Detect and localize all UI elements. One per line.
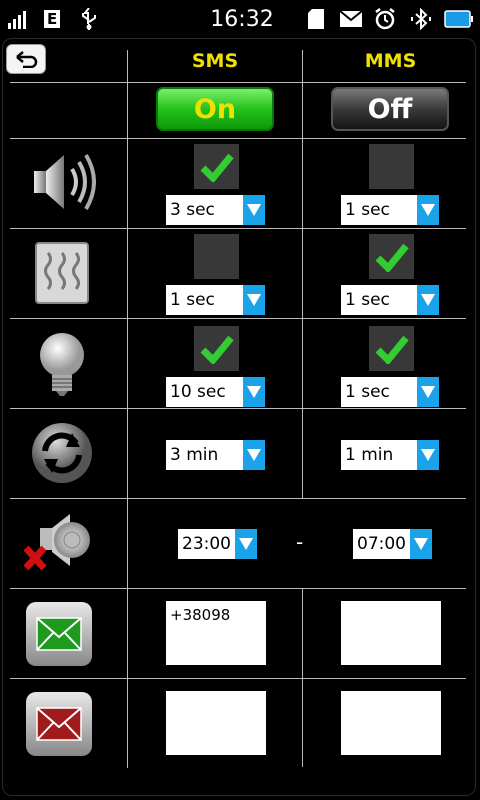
select-value: 3 min xyxy=(170,445,219,465)
grid-line xyxy=(10,138,466,139)
select-value: 23:00 xyxy=(182,534,231,554)
mms-toggle-button[interactable]: Off xyxy=(331,87,449,131)
sms-vibration-duration-select[interactable]: 1 sec xyxy=(166,285,265,315)
alarm-icon xyxy=(374,0,396,38)
mms-vibration-duration-select[interactable]: 1 sec xyxy=(341,285,439,315)
back-arrow-icon xyxy=(16,51,38,68)
chevron-down-icon xyxy=(417,195,439,225)
mms-repeat-interval-select[interactable]: 1 min xyxy=(341,440,439,470)
mms-blacklist-numbers-field[interactable] xyxy=(341,691,441,755)
sms-sound-checkbox[interactable] xyxy=(194,144,239,189)
speaker-icon xyxy=(28,144,98,220)
sms-toggle-button[interactable]: On xyxy=(156,87,274,131)
sms-repeat-interval-select[interactable]: 3 min xyxy=(166,440,265,470)
sd-card-icon xyxy=(308,0,324,38)
chevron-down-icon xyxy=(243,440,265,470)
sms-light-duration-select[interactable]: 10 sec xyxy=(166,377,265,407)
grid-line xyxy=(10,228,466,229)
select-value: 1 sec xyxy=(345,290,390,310)
grid-line xyxy=(302,50,303,498)
sms-light-checkbox[interactable] xyxy=(194,326,239,371)
chevron-down-icon xyxy=(243,377,265,407)
vibration-icon xyxy=(32,240,92,306)
mms-sound-checkbox[interactable] xyxy=(369,144,414,189)
sms-whitelist-numbers-field[interactable]: +38098 xyxy=(166,601,266,665)
time-range-separator: - xyxy=(296,530,304,554)
status-bar: E 16:32 xyxy=(0,0,480,38)
checkmark-icon xyxy=(200,153,234,182)
select-value: 1 sec xyxy=(170,290,215,310)
chevron-down-icon xyxy=(417,440,439,470)
mms-vibration-checkbox[interactable] xyxy=(369,234,414,279)
envelope-icon xyxy=(340,0,362,38)
grid-line xyxy=(10,318,466,319)
battery-icon xyxy=(444,0,474,38)
select-value: 1 sec xyxy=(345,382,390,402)
select-value: 1 min xyxy=(345,445,394,465)
checkmark-icon xyxy=(375,243,409,272)
light-bulb-icon xyxy=(32,330,92,398)
silent-end-time-select[interactable]: 07:00 xyxy=(353,529,432,559)
select-value: 1 sec xyxy=(345,200,390,220)
grid-line xyxy=(10,498,466,499)
grid-line xyxy=(10,408,466,409)
sms-column-header: SMS xyxy=(191,50,239,72)
grid-line xyxy=(10,678,466,679)
sms-vibration-checkbox[interactable] xyxy=(194,234,239,279)
mute-speaker-icon xyxy=(22,510,94,576)
silent-start-time-select[interactable]: 23:00 xyxy=(178,529,257,559)
bluetooth-icon xyxy=(410,0,432,38)
mms-whitelist-numbers-field[interactable] xyxy=(341,601,441,665)
usb-icon xyxy=(80,0,98,38)
green-envelope-icon xyxy=(24,600,94,668)
chevron-down-icon xyxy=(417,285,439,315)
mms-light-checkbox[interactable] xyxy=(369,326,414,371)
chevron-down-icon xyxy=(243,195,265,225)
mms-sound-duration-select[interactable]: 1 sec xyxy=(341,195,439,225)
network-type-icon: E xyxy=(44,0,61,38)
grid-line xyxy=(127,50,128,768)
chevron-down-icon xyxy=(235,529,257,559)
sms-blacklist-numbers-field[interactable] xyxy=(166,691,266,755)
sms-sound-duration-select[interactable]: 3 sec xyxy=(166,195,265,225)
chevron-down-icon xyxy=(410,529,432,559)
chevron-down-icon xyxy=(417,377,439,407)
clock: 16:32 xyxy=(210,6,274,32)
checkmark-icon xyxy=(375,335,409,364)
red-envelope-icon xyxy=(24,690,94,758)
grid-line xyxy=(10,588,466,589)
repeat-icon xyxy=(28,420,96,486)
mms-toggle-label: Off xyxy=(367,93,413,125)
select-value: 07:00 xyxy=(357,534,406,554)
mms-column-header: MMS xyxy=(364,50,417,72)
sms-toggle-label: On xyxy=(193,93,237,125)
chevron-down-icon xyxy=(243,285,265,315)
select-value: 3 sec xyxy=(170,200,215,220)
back-button[interactable] xyxy=(6,44,46,74)
signal-icon xyxy=(8,0,30,38)
mms-light-duration-select[interactable]: 1 sec xyxy=(341,377,439,407)
checkmark-icon xyxy=(200,335,234,364)
grid-line xyxy=(10,82,466,83)
select-value: 10 sec xyxy=(170,382,226,402)
